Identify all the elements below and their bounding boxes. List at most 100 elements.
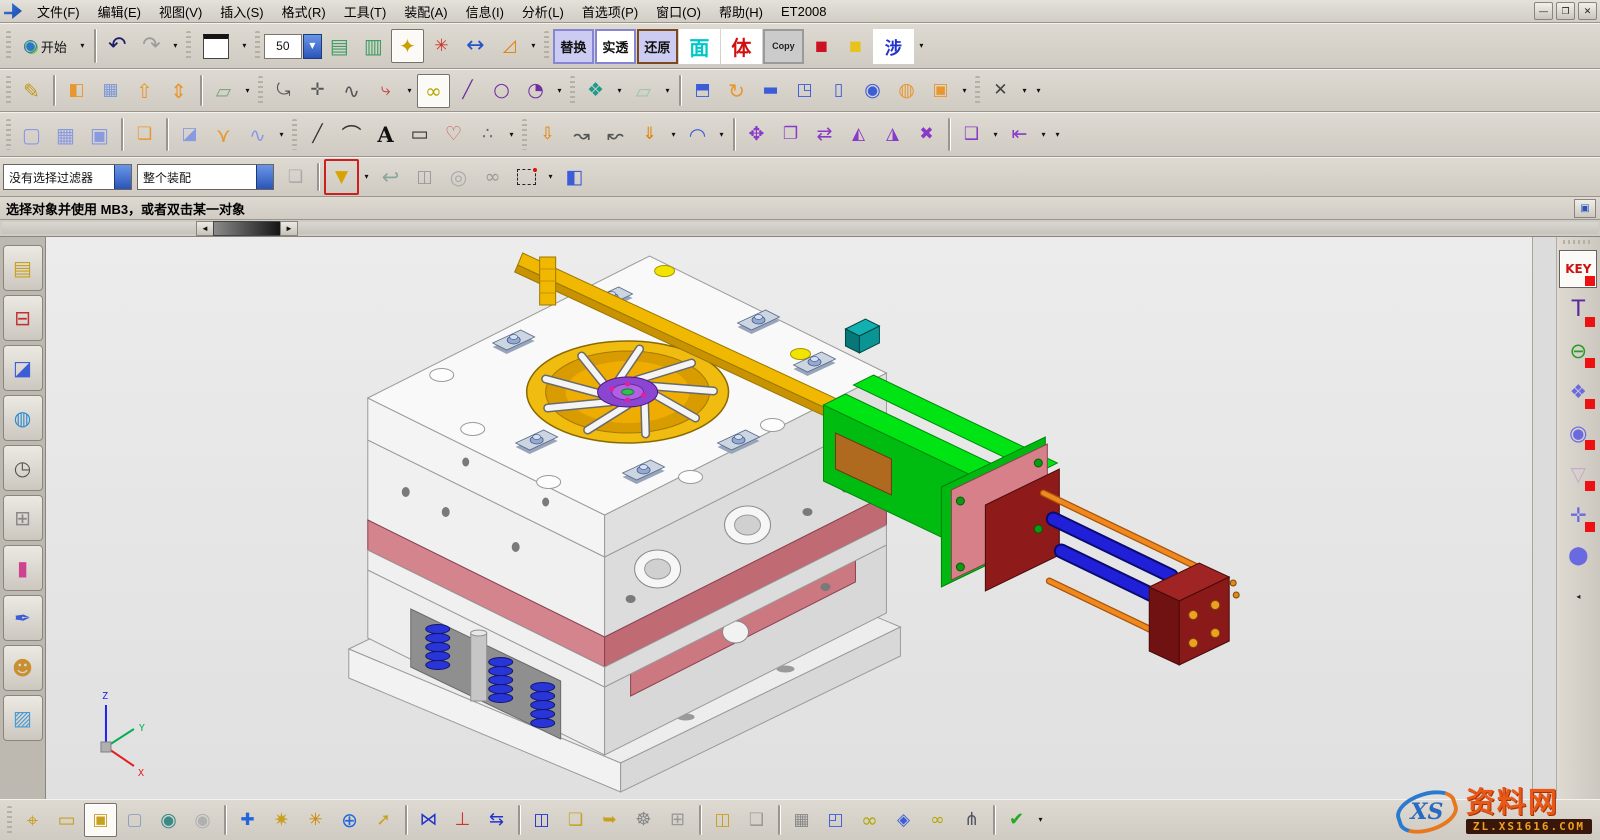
edit-arc-icon[interactable]: ⤷ xyxy=(369,74,402,108)
studio-spline-icon[interactable]: ♡ xyxy=(437,118,470,152)
measure-distance-icon[interactable]: ↔ xyxy=(459,29,492,63)
offset-region-icon[interactable]: ⇕ xyxy=(162,74,195,108)
arc2-icon[interactable]: ⌒ xyxy=(335,118,368,152)
teal-block[interactable] xyxy=(845,319,879,353)
wrap-curve-icon[interactable]: ◠ xyxy=(681,118,714,152)
swatch-caret[interactable]: ▾ xyxy=(238,29,251,63)
menu-window[interactable]: 窗口(O) xyxy=(647,0,710,22)
rectangle-icon[interactable]: ▭ xyxy=(403,118,436,152)
xdim-caret[interactable]: ▾ xyxy=(1018,74,1031,108)
marquee-select-icon[interactable] xyxy=(510,160,543,194)
mate-component-icon[interactable]: ◭ xyxy=(842,118,875,152)
sketch-plane-icon[interactable]: ▱ xyxy=(627,74,660,108)
basic-shapes-icon[interactable]: ❖ xyxy=(579,74,612,108)
pocket-icon[interactable]: ◳ xyxy=(788,74,821,108)
join-face-icon[interactable]: ⋎ xyxy=(207,118,240,152)
find-component-gray-icon[interactable]: ∞ xyxy=(476,160,509,194)
extrude-icon[interactable]: ⬒ xyxy=(686,74,719,108)
datum-display-icon[interactable]: ✦ xyxy=(391,29,424,63)
deselect-icon[interactable]: ↩ xyxy=(374,160,407,194)
row-caret[interactable]: ▾ xyxy=(1032,74,1045,108)
erase-highlight-icon[interactable]: ◫ xyxy=(408,160,441,194)
face-button[interactable]: 面 xyxy=(679,29,720,64)
lib-screw-icon[interactable]: T xyxy=(1559,291,1597,329)
report-caret[interactable]: ▾ xyxy=(989,118,1002,152)
resize-view-button[interactable]: ▣ xyxy=(1574,199,1596,218)
lib-cylinder-icon[interactable]: ⬤ xyxy=(1559,537,1597,575)
row3-caret[interactable]: ▾ xyxy=(1051,118,1064,152)
layer-visible-icon[interactable]: ▥ xyxy=(357,29,390,63)
menu-edit[interactable]: 编辑(E) xyxy=(89,0,150,22)
pull-face-icon[interactable]: ⇧ xyxy=(128,74,161,108)
scrollbar-thumb[interactable] xyxy=(213,221,281,236)
menu-assembly[interactable]: 装配(A) xyxy=(395,0,456,22)
tab-studio-tools[interactable]: ✒ xyxy=(3,595,43,641)
close-button[interactable]: ✕ xyxy=(1578,2,1597,20)
lib-bushing-icon[interactable]: ⊖ xyxy=(1559,332,1597,370)
menu-analysis[interactable]: 分析(L) xyxy=(513,0,573,22)
open-component-icon[interactable]: ▭ xyxy=(50,803,83,837)
redo-caret[interactable]: ▾ xyxy=(169,29,182,63)
bounded-plane-icon[interactable]: ▣ xyxy=(83,118,116,152)
tab-roles[interactable]: ☻ xyxy=(3,645,43,691)
capture-view-disabled-icon[interactable]: ◉ xyxy=(186,803,219,837)
wcs-triad[interactable]: Z Y X xyxy=(101,691,145,779)
relations-icon[interactable]: ∞ xyxy=(921,803,954,837)
menu-file[interactable]: 文件(F) xyxy=(28,0,89,22)
show-component-icon[interactable]: ▣ xyxy=(84,803,117,837)
x-dimension-icon[interactable]: ✕ xyxy=(984,74,1017,108)
product-view-icon[interactable]: ◰ xyxy=(819,803,852,837)
marquee-caret[interactable]: ▾ xyxy=(544,160,557,194)
tab-internet-explorer[interactable]: ◍ xyxy=(3,395,43,441)
project-curve-icon[interactable]: ⇩ xyxy=(531,118,564,152)
arrangement-edit-icon[interactable]: ⊞ xyxy=(661,803,694,837)
plane-caret[interactable]: ▾ xyxy=(241,74,254,108)
revolve-icon[interactable]: ↻ xyxy=(720,74,753,108)
shapes-caret[interactable]: ▾ xyxy=(613,74,626,108)
through-mesh-icon[interactable]: ▦ xyxy=(49,118,82,152)
replace-button[interactable]: 替换 xyxy=(553,29,594,64)
circle-icon[interactable]: ○ xyxy=(485,74,518,108)
menu-format[interactable]: 格式(R) xyxy=(273,0,335,22)
menu-preferences[interactable]: 首选项(P) xyxy=(573,0,647,22)
interpart-link-icon[interactable]: ❏ xyxy=(279,160,312,194)
lib-ejector-icon[interactable]: ▽ xyxy=(1559,455,1597,493)
redo-icon[interactable]: ↷ xyxy=(135,29,168,63)
undo-icon[interactable]: ↶ xyxy=(101,29,134,63)
sequence-icon[interactable]: ▦ xyxy=(785,803,818,837)
verify-caret[interactable]: ▾ xyxy=(1034,803,1047,837)
menu-tools[interactable]: 工具(T) xyxy=(335,0,396,22)
sheet-arrow-icon[interactable]: ∿ xyxy=(241,118,274,152)
wrap-caret[interactable]: ▾ xyxy=(715,118,728,152)
tab-visualization[interactable]: ▮ xyxy=(3,545,43,591)
intersection-curve-icon[interactable]: ↝ xyxy=(565,118,598,152)
menu-view[interactable]: 视图(V) xyxy=(150,0,211,22)
layer-dropdown-arrow[interactable]: ▼ xyxy=(303,34,322,59)
boss-icon[interactable]: ◍ xyxy=(890,74,923,108)
reverse-constraint-icon[interactable]: ⇆ xyxy=(480,803,513,837)
selection-filter-dropdown[interactable]: 没有选择过滤器 xyxy=(3,164,132,190)
restore-button[interactable]: ❐ xyxy=(1556,2,1575,20)
menu-info[interactable]: 信息(I) xyxy=(457,0,513,22)
structure-tree-icon[interactable]: ⋔ xyxy=(955,803,988,837)
layer-value-box[interactable]: 50 xyxy=(264,34,302,59)
chain-select-icon[interactable]: ∞ xyxy=(417,74,450,108)
line2-icon[interactable]: ╱ xyxy=(301,118,334,152)
color-swatch-dropdown[interactable] xyxy=(195,29,237,63)
key-button[interactable]: KEY xyxy=(1559,250,1597,288)
measure-caret[interactable]: ▾ xyxy=(527,29,540,63)
capture-view-icon[interactable]: ◉ xyxy=(152,803,185,837)
sketch-icon[interactable]: ✎ xyxy=(15,74,48,108)
curve2-caret[interactable]: ▾ xyxy=(505,118,518,152)
deformable-part-icon[interactable]: ◈ xyxy=(887,803,920,837)
tab-part-navigator[interactable]: ◪ xyxy=(3,345,43,391)
copy-face-button[interactable]: Copy xyxy=(763,29,804,64)
exploded-views-icon[interactable]: ❑ xyxy=(740,803,773,837)
selection-scope-dropdown[interactable]: 整个装配 xyxy=(137,164,274,190)
see-through-button[interactable]: 实透 xyxy=(595,29,636,64)
replace-component-icon[interactable]: ⇄ xyxy=(808,118,841,152)
mirror-body-icon[interactable]: ◧ xyxy=(60,74,93,108)
tab-history[interactable]: ◷ xyxy=(3,445,43,491)
restore-display-button[interactable]: 还原 xyxy=(637,29,678,64)
interference-button[interactable]: 涉 xyxy=(873,29,914,64)
